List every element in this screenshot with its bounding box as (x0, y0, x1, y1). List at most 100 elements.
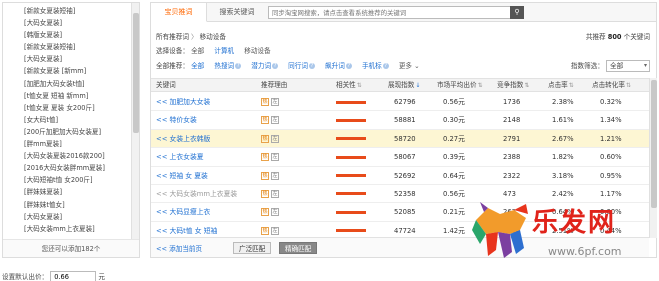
keyword-link[interactable]: << 上衣女装夏 (156, 148, 204, 166)
col-ctr-label: 点击率 (548, 81, 568, 89)
impressions-value: 52692 (394, 171, 416, 180)
relevance-bar (336, 185, 366, 203)
left-scroll-thumb[interactable] (133, 13, 139, 133)
ctr-value: 1.61% (552, 116, 574, 125)
selected-keyword-item[interactable]: [大码女夏装] (3, 53, 133, 65)
impressions-value: 52358 (394, 189, 416, 198)
table-row[interactable]: << 特价女装 热左 58881 0.30元 2148 1.61% 1.34% (151, 111, 649, 130)
selected-keyword-item[interactable]: [大码女夏装] (3, 17, 133, 29)
exact-match-button[interactable]: 精确匹配 (279, 242, 318, 254)
left-badge: 左 (271, 134, 279, 143)
type-option-hot[interactable]: 热搜词? (214, 60, 242, 70)
left-badge: 左 (271, 189, 279, 198)
table-header: 关键词 推荐理由 相关性⇅ 展现指数↓ 市场平均出价⇅ 竞争指数⇅ 点击率⇅ 点… (151, 78, 649, 92)
col-relevance-label: 相关性 (336, 81, 356, 89)
left-scrollbar[interactable] (131, 3, 139, 239)
keyword-link[interactable]: << 大码t恤 女 短袖 (156, 222, 217, 238)
more-options[interactable]: 更多 ⌄ (399, 60, 420, 70)
selected-keyword-item[interactable]: [胖mm夏装] (3, 138, 133, 150)
col-competition[interactable]: 竞争指数⇅ (497, 79, 529, 92)
device-option-all[interactable]: 全部 (191, 45, 204, 55)
keyword-link[interactable]: << 特价女装 (156, 111, 197, 129)
impressions-value: 52085 (394, 208, 416, 217)
col-avg-bid[interactable]: 市场平均出价⇅ (437, 79, 483, 92)
impressions-value: 58881 (394, 116, 416, 125)
selected-keyword-item[interactable]: [t恤女夏 短袖 新mm] (3, 90, 133, 102)
selected-keyword-item[interactable]: [新款女夏装 [新mm] (3, 65, 133, 77)
tab-item-recommend[interactable]: 宝贝推词 (151, 3, 207, 22)
ctr-value: 1.82% (552, 153, 574, 162)
ctr-value: 2.67% (552, 134, 574, 143)
selected-keyword-item[interactable]: [t恤女夏 夏装 女200斤] (3, 102, 133, 114)
device-option-computer[interactable]: 计算机 (214, 45, 234, 55)
type-option-peer[interactable]: 同行词? (288, 60, 315, 70)
breadcrumb-root[interactable]: 所有推荐词 (156, 33, 189, 41)
table-row[interactable]: << 短袖 女 夏装 热左 52692 0.64元 2322 3.18% 0.95% (151, 167, 649, 185)
breadcrumb: 所有推荐词〉移动设备 (156, 31, 226, 41)
keyword-link[interactable]: << 加肥加大女装 (156, 93, 210, 111)
default-bid-input[interactable] (50, 271, 97, 281)
relevance-bar (336, 148, 366, 166)
selected-keyword-item[interactable]: [大码女装mm上衣夏装] (3, 223, 133, 235)
col-relevance[interactable]: 相关性⇅ (336, 79, 362, 92)
table-row[interactable]: << 上衣女装夏 热左 58067 0.39元 2388 1.82% 0.60% (151, 148, 649, 167)
add-current-page-link[interactable]: << 添加当前页 (156, 243, 202, 253)
selected-keyword-item[interactable]: [女大码t恤] (3, 114, 133, 126)
col-impressions[interactable]: 展现指数↓ (388, 79, 420, 92)
selected-keyword-item[interactable]: [大码短袖t恤 女200斤] (3, 174, 133, 186)
index-filter: 指数筛选： 全部 ▾ (571, 60, 650, 72)
table-row[interactable]: << 女装上衣韩版 热左 58720 0.27元 2791 2.67% 1.21% (151, 129, 649, 149)
search-input[interactable] (268, 6, 511, 19)
device-option-mobile[interactable]: 移动设备 (244, 45, 270, 55)
selected-keyword-item[interactable]: [大码女装夏装2016款200] (3, 150, 133, 162)
cvr-value: 1.34% (600, 116, 622, 125)
selected-keyword-item[interactable]: [新款女夏装短袖] (3, 41, 133, 53)
selected-keyword-item[interactable]: [胖妹妹t恤女] (3, 199, 133, 211)
table-row[interactable]: << 加肥加大女装 热左 62796 0.56元 1736 2.38% 0.32% (151, 93, 649, 112)
selected-keyword-item[interactable]: [加肥加大码女装t恤] (3, 78, 133, 90)
default-bid-row: 设置默认出价： 元 (2, 271, 105, 281)
col-competition-label: 竞争指数 (497, 81, 524, 89)
sort-icon: ⇅ (524, 82, 530, 89)
more-options-label: 更多 (398, 62, 413, 70)
broad-match-button[interactable]: 广泛匹配 (233, 242, 272, 254)
selected-keyword-item[interactable]: [大码女夏装] (3, 211, 133, 223)
keyword-link[interactable]: << 女装上衣韩版 (156, 130, 210, 148)
type-option-all[interactable]: 全部 (191, 60, 204, 70)
ctr-value: 2.38% (552, 98, 574, 106)
relevance-bar (336, 222, 366, 238)
index-filter-select[interactable]: 全部 ▾ (606, 60, 650, 72)
reason-badges: 热左 (261, 203, 281, 221)
type-option-potential[interactable]: 潜力词? (251, 60, 279, 70)
selected-keyword-item[interactable]: [韩版女夏装] (3, 29, 133, 41)
selected-keyword-item[interactable]: [200斤加肥加大码女装夏] (3, 126, 133, 138)
breadcrumb-current: 移动设备 (199, 33, 226, 41)
left-badge: 左 (271, 226, 279, 235)
keyword-link[interactable]: << 大码女装mm上衣夏装 (156, 185, 237, 203)
col-ctr[interactable]: 点击率⇅ (548, 79, 574, 92)
relevance-bar-fill (336, 229, 366, 233)
keyword-link[interactable]: << 短袖 女 夏装 (156, 167, 208, 185)
table-scroll-thumb[interactable] (651, 80, 657, 208)
type-option-mobile[interactable]: 手机标? (362, 60, 389, 70)
hot-badge: 热 (261, 98, 269, 106)
type-option-rising[interactable]: 飙升词? (325, 60, 352, 70)
avg-bid-value: 0.56元 (443, 189, 465, 198)
relevance-bar-fill (336, 137, 366, 141)
selected-keyword-item[interactable]: [2016大码女装胖mm夏装] (3, 162, 133, 174)
selected-keyword-panel: [新款女夏装短袖] [大码女夏装] [韩版女夏装] [新款女夏装短袖] [大码女夏装][… (2, 2, 140, 258)
bull-logo-icon (472, 202, 528, 258)
impressions-value: 58067 (394, 153, 416, 162)
sort-icon: ⇅ (477, 82, 483, 89)
col-cvr[interactable]: 点击转化率⇅ (592, 79, 631, 92)
chevron-down-icon: ▾ (643, 62, 647, 69)
tab-search-keywords[interactable]: 搜索关键词 (208, 3, 266, 22)
total-suffix: 个关键词 (623, 33, 650, 41)
cvr-value: 1.21% (600, 134, 622, 143)
selected-keyword-item[interactable]: [新款女夏装短袖] (3, 5, 133, 17)
selected-keyword-item[interactable]: [胖妹妹夏装] (3, 186, 133, 198)
search-icon[interactable]: ⚲ (510, 6, 524, 19)
hot-badge: 热 (261, 189, 269, 198)
keyword-link[interactable]: << 大码显瘦上衣 (156, 203, 210, 221)
col-impressions-label: 展现指数 (388, 81, 415, 89)
